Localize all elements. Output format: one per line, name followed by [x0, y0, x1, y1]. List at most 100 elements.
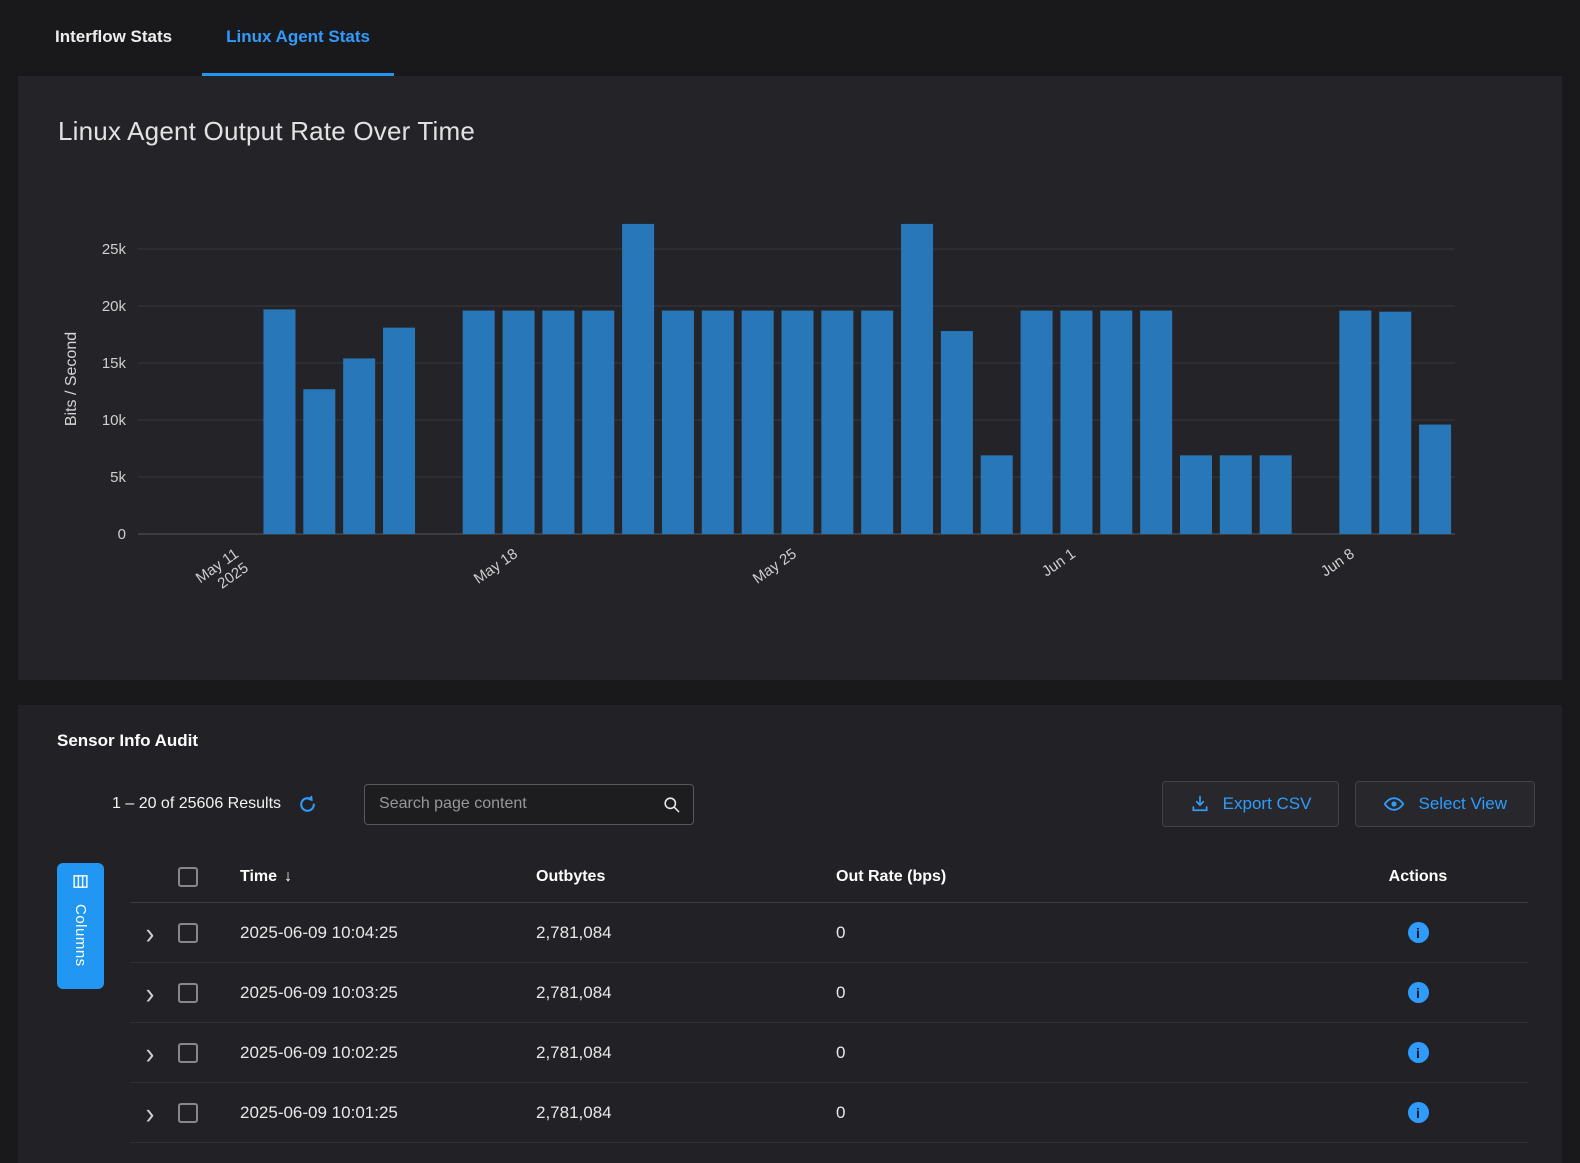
bar[interactable]	[901, 224, 933, 534]
table-header-row: Time ↓ Outbytes Out Rate (bps) Actions	[130, 851, 1528, 903]
row-checkbox[interactable]	[178, 923, 198, 943]
search-input[interactable]	[377, 794, 662, 814]
y-tick-label: 20k	[102, 298, 127, 315]
table-grid-icon	[72, 873, 89, 895]
chart-title: Linux Agent Output Rate Over Time	[18, 76, 1562, 147]
y-tick-label: 25k	[102, 241, 127, 258]
bar[interactable]	[303, 389, 335, 534]
bar[interactable]	[343, 358, 375, 534]
toolbar: 1 – 20 of 25606 Results	[112, 781, 1535, 827]
bar[interactable]	[1180, 455, 1212, 534]
bar[interactable]	[383, 328, 415, 534]
refresh-button[interactable]	[297, 794, 318, 815]
row-expand-chevron[interactable]: ›	[146, 1038, 155, 1068]
section-title: Sensor Info Audit	[57, 731, 1562, 751]
tab-interflow-stats[interactable]: Interflow Stats	[31, 0, 196, 76]
cell-time: 2025-06-09 10:02:25	[228, 1043, 524, 1063]
bar[interactable]	[1419, 425, 1451, 534]
bar[interactable]	[1339, 311, 1371, 534]
table-row[interactable]: › 2025-06-09 10:03:25 2,781,084 0 i	[130, 963, 1528, 1023]
bar[interactable]	[582, 311, 614, 534]
column-header-time[interactable]: Time ↓	[228, 868, 524, 886]
results-count: 1 – 20 of 25606 Results	[112, 795, 281, 813]
cell-time: 2025-06-09 10:03:25	[228, 983, 524, 1003]
time-header-label: Time	[240, 868, 277, 886]
cell-outbytes: 2,781,084	[524, 1103, 824, 1123]
cell-outbytes: 2,781,084	[524, 1043, 824, 1063]
row-checkbox[interactable]	[178, 983, 198, 1003]
bar[interactable]	[702, 311, 734, 534]
search-box[interactable]	[364, 784, 694, 825]
bar[interactable]	[263, 309, 295, 534]
x-tick-label: Jun 1	[1039, 545, 1079, 580]
cell-out-rate: 0	[824, 983, 1308, 1003]
select-view-label: Select View	[1418, 794, 1507, 814]
bar[interactable]	[1260, 455, 1292, 534]
bar[interactable]	[463, 311, 495, 534]
audit-table: Time ↓ Outbytes Out Rate (bps) Actions ›…	[130, 851, 1528, 1143]
table-body: › 2025-06-09 10:04:25 2,781,084 0 i › 20…	[130, 903, 1528, 1143]
refresh-icon	[297, 794, 318, 815]
cell-out-rate: 0	[824, 1043, 1308, 1063]
columns-button-label: Columns	[72, 904, 89, 967]
column-header-actions: Actions	[1308, 868, 1528, 886]
bar[interactable]	[662, 311, 694, 534]
bar[interactable]	[821, 311, 853, 534]
bar[interactable]	[1060, 311, 1092, 534]
row-checkbox[interactable]	[178, 1043, 198, 1063]
y-tick-label: 5k	[110, 469, 126, 486]
x-tick-label: May 112025	[193, 545, 252, 600]
bar[interactable]	[542, 311, 574, 534]
bar[interactable]	[622, 224, 654, 534]
cell-outbytes: 2,781,084	[524, 983, 824, 1003]
x-tick-label: Jun 8	[1318, 545, 1358, 580]
y-tick-label: 10k	[102, 412, 127, 429]
cell-out-rate: 0	[824, 923, 1308, 943]
bar[interactable]	[981, 455, 1013, 534]
column-header-out-rate[interactable]: Out Rate (bps)	[824, 868, 1308, 886]
row-expand-chevron[interactable]: ›	[146, 978, 155, 1008]
download-icon	[1190, 794, 1210, 814]
columns-button[interactable]: Columns	[57, 863, 104, 989]
bar[interactable]	[1021, 311, 1053, 534]
export-csv-button[interactable]: Export CSV	[1162, 781, 1340, 827]
bar[interactable]	[742, 311, 774, 534]
cell-outbytes: 2,781,084	[524, 923, 824, 943]
search-icon[interactable]	[662, 795, 681, 814]
sensor-info-audit-panel: Sensor Info Audit 1 – 20 of 25606 Result…	[18, 705, 1562, 1163]
bar[interactable]	[941, 331, 973, 534]
bar[interactable]	[1100, 311, 1132, 534]
info-icon[interactable]: i	[1408, 982, 1429, 1003]
bar[interactable]	[782, 311, 814, 534]
bar[interactable]	[1379, 312, 1411, 534]
cell-time: 2025-06-09 10:04:25	[228, 923, 524, 943]
x-tick-label: May 18	[471, 545, 521, 587]
cell-time: 2025-06-09 10:01:25	[228, 1103, 524, 1123]
bar[interactable]	[503, 311, 535, 534]
results-area: 1 – 20 of 25606 Results	[112, 794, 318, 815]
table-row[interactable]: › 2025-06-09 10:01:25 2,781,084 0 i	[130, 1083, 1528, 1143]
y-tick-label: 15k	[102, 355, 127, 372]
output-rate-chart: 0 5k 10k 15k 20k 25k May 112025 May 18 May 25 Jun…	[18, 169, 1562, 634]
row-expand-chevron[interactable]: ›	[146, 1098, 155, 1128]
column-header-outbytes[interactable]: Outbytes	[524, 868, 824, 886]
y-tick-label: 0	[118, 526, 126, 543]
info-icon[interactable]: i	[1408, 1042, 1429, 1063]
chart-panel: Linux Agent Output Rate Over Time 0 5k 10k…	[18, 76, 1562, 680]
select-all-checkbox[interactable]	[178, 867, 198, 887]
export-csv-label: Export CSV	[1223, 794, 1312, 814]
table-row[interactable]: › 2025-06-09 10:04:25 2,781,084 0 i	[130, 903, 1528, 963]
tab-bar: Interflow Stats Linux Agent Stats	[0, 0, 1580, 76]
cell-out-rate: 0	[824, 1103, 1308, 1123]
bar[interactable]	[1220, 455, 1252, 534]
info-icon[interactable]: i	[1408, 1102, 1429, 1123]
tab-linux-agent-stats[interactable]: Linux Agent Stats	[202, 0, 394, 76]
select-view-button[interactable]: Select View	[1355, 781, 1535, 827]
x-tick-label: May 25	[750, 545, 800, 587]
info-icon[interactable]: i	[1408, 922, 1429, 943]
bar[interactable]	[861, 311, 893, 534]
bar[interactable]	[1140, 311, 1172, 534]
row-checkbox[interactable]	[178, 1103, 198, 1123]
row-expand-chevron[interactable]: ›	[146, 918, 155, 948]
table-row[interactable]: › 2025-06-09 10:02:25 2,781,084 0 i	[130, 1023, 1528, 1083]
